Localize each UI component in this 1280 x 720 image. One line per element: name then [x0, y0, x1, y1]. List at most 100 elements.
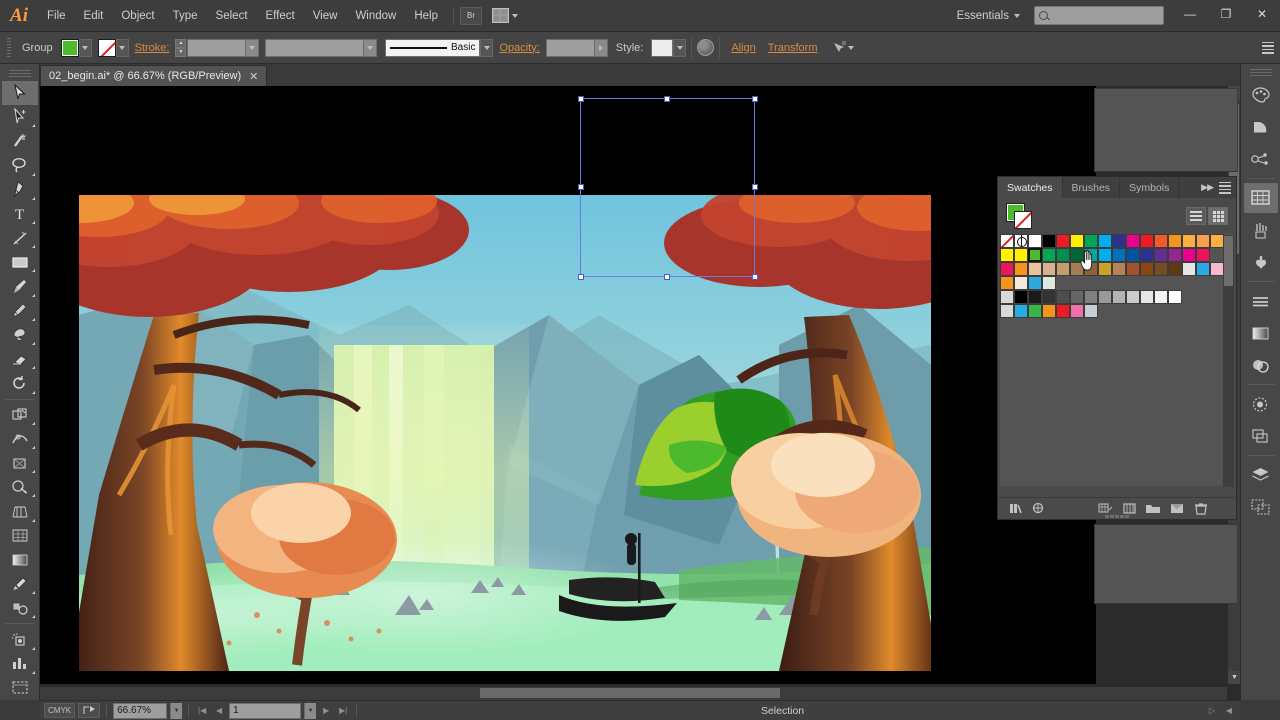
swatch-none[interactable] — [1000, 234, 1014, 248]
swatch-grid[interactable] — [1000, 234, 1234, 486]
gradient-tool[interactable] — [2, 548, 38, 572]
swatch-color[interactable] — [1028, 290, 1042, 304]
perspective-grid-tool[interactable] — [2, 499, 38, 523]
swatch-color[interactable] — [1154, 262, 1168, 276]
transparency-panel-icon[interactable] — [1244, 350, 1278, 380]
list-view-button[interactable] — [1186, 207, 1206, 225]
layers-panel-icon[interactable] — [1244, 460, 1278, 490]
selection-handle-bottom-left[interactable] — [577, 273, 584, 280]
selection-bounding-box[interactable] — [577, 95, 758, 280]
opacity-label[interactable]: Opacity: — [493, 42, 545, 54]
panel-menu-icon[interactable] — [1219, 181, 1231, 194]
document-tab[interactable]: 02_begin.ai* @ 66.67% (RGB/Preview) ✕ — [40, 65, 268, 86]
line-segment-tool[interactable] — [2, 226, 38, 250]
chevron-right-icon[interactable] — [593, 39, 607, 56]
stroke-label[interactable]: Stroke: — [129, 42, 176, 54]
minimize-button[interactable]: — — [1172, 0, 1208, 28]
swatch-color[interactable] — [1084, 304, 1098, 318]
chevron-down-icon[interactable] — [245, 39, 259, 56]
selection-handle-top-right[interactable] — [751, 95, 758, 102]
eraser-tool[interactable] — [2, 347, 38, 371]
gradient-panel-icon[interactable] — [1244, 318, 1278, 348]
swatch-color[interactable] — [1168, 248, 1182, 262]
workspace-switcher[interactable]: Essentials — [951, 10, 1026, 22]
next-artboard-button[interactable]: ▶ — [319, 703, 333, 719]
control-bar-grip[interactable] — [4, 37, 14, 59]
stroke-weight-field[interactable] — [187, 38, 260, 57]
swatch-color[interactable] — [1126, 248, 1140, 262]
swatch-color[interactable] — [1168, 290, 1182, 304]
menu-object[interactable]: Object — [112, 0, 163, 32]
bridge-button[interactable]: Br — [460, 6, 482, 25]
swatch-color[interactable] — [1070, 262, 1084, 276]
magic-wand-tool[interactable] — [2, 129, 38, 153]
color-guide-icon[interactable] — [1244, 112, 1278, 142]
blob-brush-tool[interactable] — [2, 323, 38, 347]
swatch-color[interactable] — [1098, 234, 1112, 248]
swatch-color[interactable] — [1014, 248, 1028, 262]
selection-handle-bottom-right[interactable] — [751, 273, 758, 280]
swatch-color[interactable] — [1126, 234, 1140, 248]
swatch-color[interactable] — [1154, 290, 1168, 304]
pen-tool[interactable] — [2, 178, 38, 202]
graphic-style-swatch[interactable] — [651, 38, 674, 57]
scroll-down-icon[interactable]: ▼ — [1228, 671, 1240, 684]
swatch-color[interactable] — [1098, 290, 1112, 304]
swatch-color[interactable] — [1070, 290, 1084, 304]
opacity-field[interactable] — [545, 38, 608, 57]
status-menu-icon[interactable]: ▷ — [1205, 703, 1219, 719]
artboards-panel-icon[interactable] — [1244, 492, 1278, 522]
direct-selection-tool[interactable] — [2, 105, 38, 129]
brushes-panel-icon[interactable] — [1244, 215, 1278, 245]
swatch-color[interactable] — [1028, 262, 1042, 276]
chevron-down-icon[interactable] — [847, 45, 854, 50]
swatch-color[interactable] — [1140, 290, 1154, 304]
stroke-profile-field[interactable] — [265, 38, 378, 57]
swatch-color[interactable] — [1028, 234, 1042, 248]
swatch-color[interactable] — [1112, 234, 1126, 248]
swatch-color[interactable] — [1014, 262, 1028, 276]
artboard-number-field[interactable]: 1 — [229, 702, 302, 719]
swatch-color[interactable] — [1098, 262, 1112, 276]
pencil-tool[interactable] — [2, 299, 38, 323]
collapse-panel-icon[interactable]: ▶▶ — [1201, 182, 1214, 193]
paintbrush-tool[interactable] — [2, 274, 38, 298]
swatch-color[interactable] — [1014, 276, 1028, 290]
tab-swatches[interactable]: Swatches — [998, 177, 1063, 198]
scroll-left-icon[interactable]: ◀ — [1222, 703, 1236, 719]
symbols-panel-icon[interactable] — [1244, 247, 1278, 277]
swatch-libraries-menu-icon[interactable] — [1004, 500, 1026, 518]
menu-select[interactable]: Select — [207, 0, 257, 32]
tools-panel-grip[interactable] — [8, 68, 31, 79]
swatch-color[interactable] — [1042, 248, 1056, 262]
swatch-color[interactable] — [1182, 248, 1196, 262]
swatch-color[interactable] — [1098, 248, 1112, 262]
swatch-color[interactable] — [1000, 262, 1014, 276]
previous-artboard-button[interactable]: ◀ — [212, 703, 226, 719]
swatch-color[interactable] — [1112, 248, 1126, 262]
chevron-down-icon[interactable] — [363, 39, 377, 56]
canvas-horizontal-scrollbar[interactable] — [40, 687, 1227, 700]
show-swatch-kinds-menu-icon[interactable] — [1028, 500, 1050, 518]
free-transform-tool[interactable] — [2, 451, 38, 475]
swatch-color[interactable] — [1182, 234, 1196, 248]
mesh-tool[interactable] — [2, 524, 38, 548]
swatch-color[interactable] — [1126, 290, 1140, 304]
rectangle-tool[interactable] — [2, 250, 38, 274]
brush-definition-field[interactable]: Basic — [385, 38, 481, 57]
eyedropper-tool[interactable] — [2, 572, 38, 596]
swatch-color[interactable] — [1168, 234, 1182, 248]
delete-swatch-icon[interactable] — [1190, 500, 1212, 518]
swatch-color[interactable] — [1056, 290, 1070, 304]
stroke-panel-icon[interactable] — [1244, 286, 1278, 316]
swatch-color[interactable] — [1000, 290, 1014, 304]
swatch-color[interactable] — [1084, 262, 1098, 276]
restore-button[interactable]: ❐ — [1208, 0, 1244, 28]
search-input[interactable] — [1034, 6, 1164, 25]
swatch-color[interactable] — [1042, 262, 1056, 276]
swatch-color[interactable] — [1070, 234, 1084, 248]
align-button[interactable]: Align — [725, 42, 761, 54]
menu-window[interactable]: Window — [346, 0, 405, 32]
swatch-color[interactable] — [1084, 290, 1098, 304]
swatch-color[interactable] — [1084, 234, 1098, 248]
